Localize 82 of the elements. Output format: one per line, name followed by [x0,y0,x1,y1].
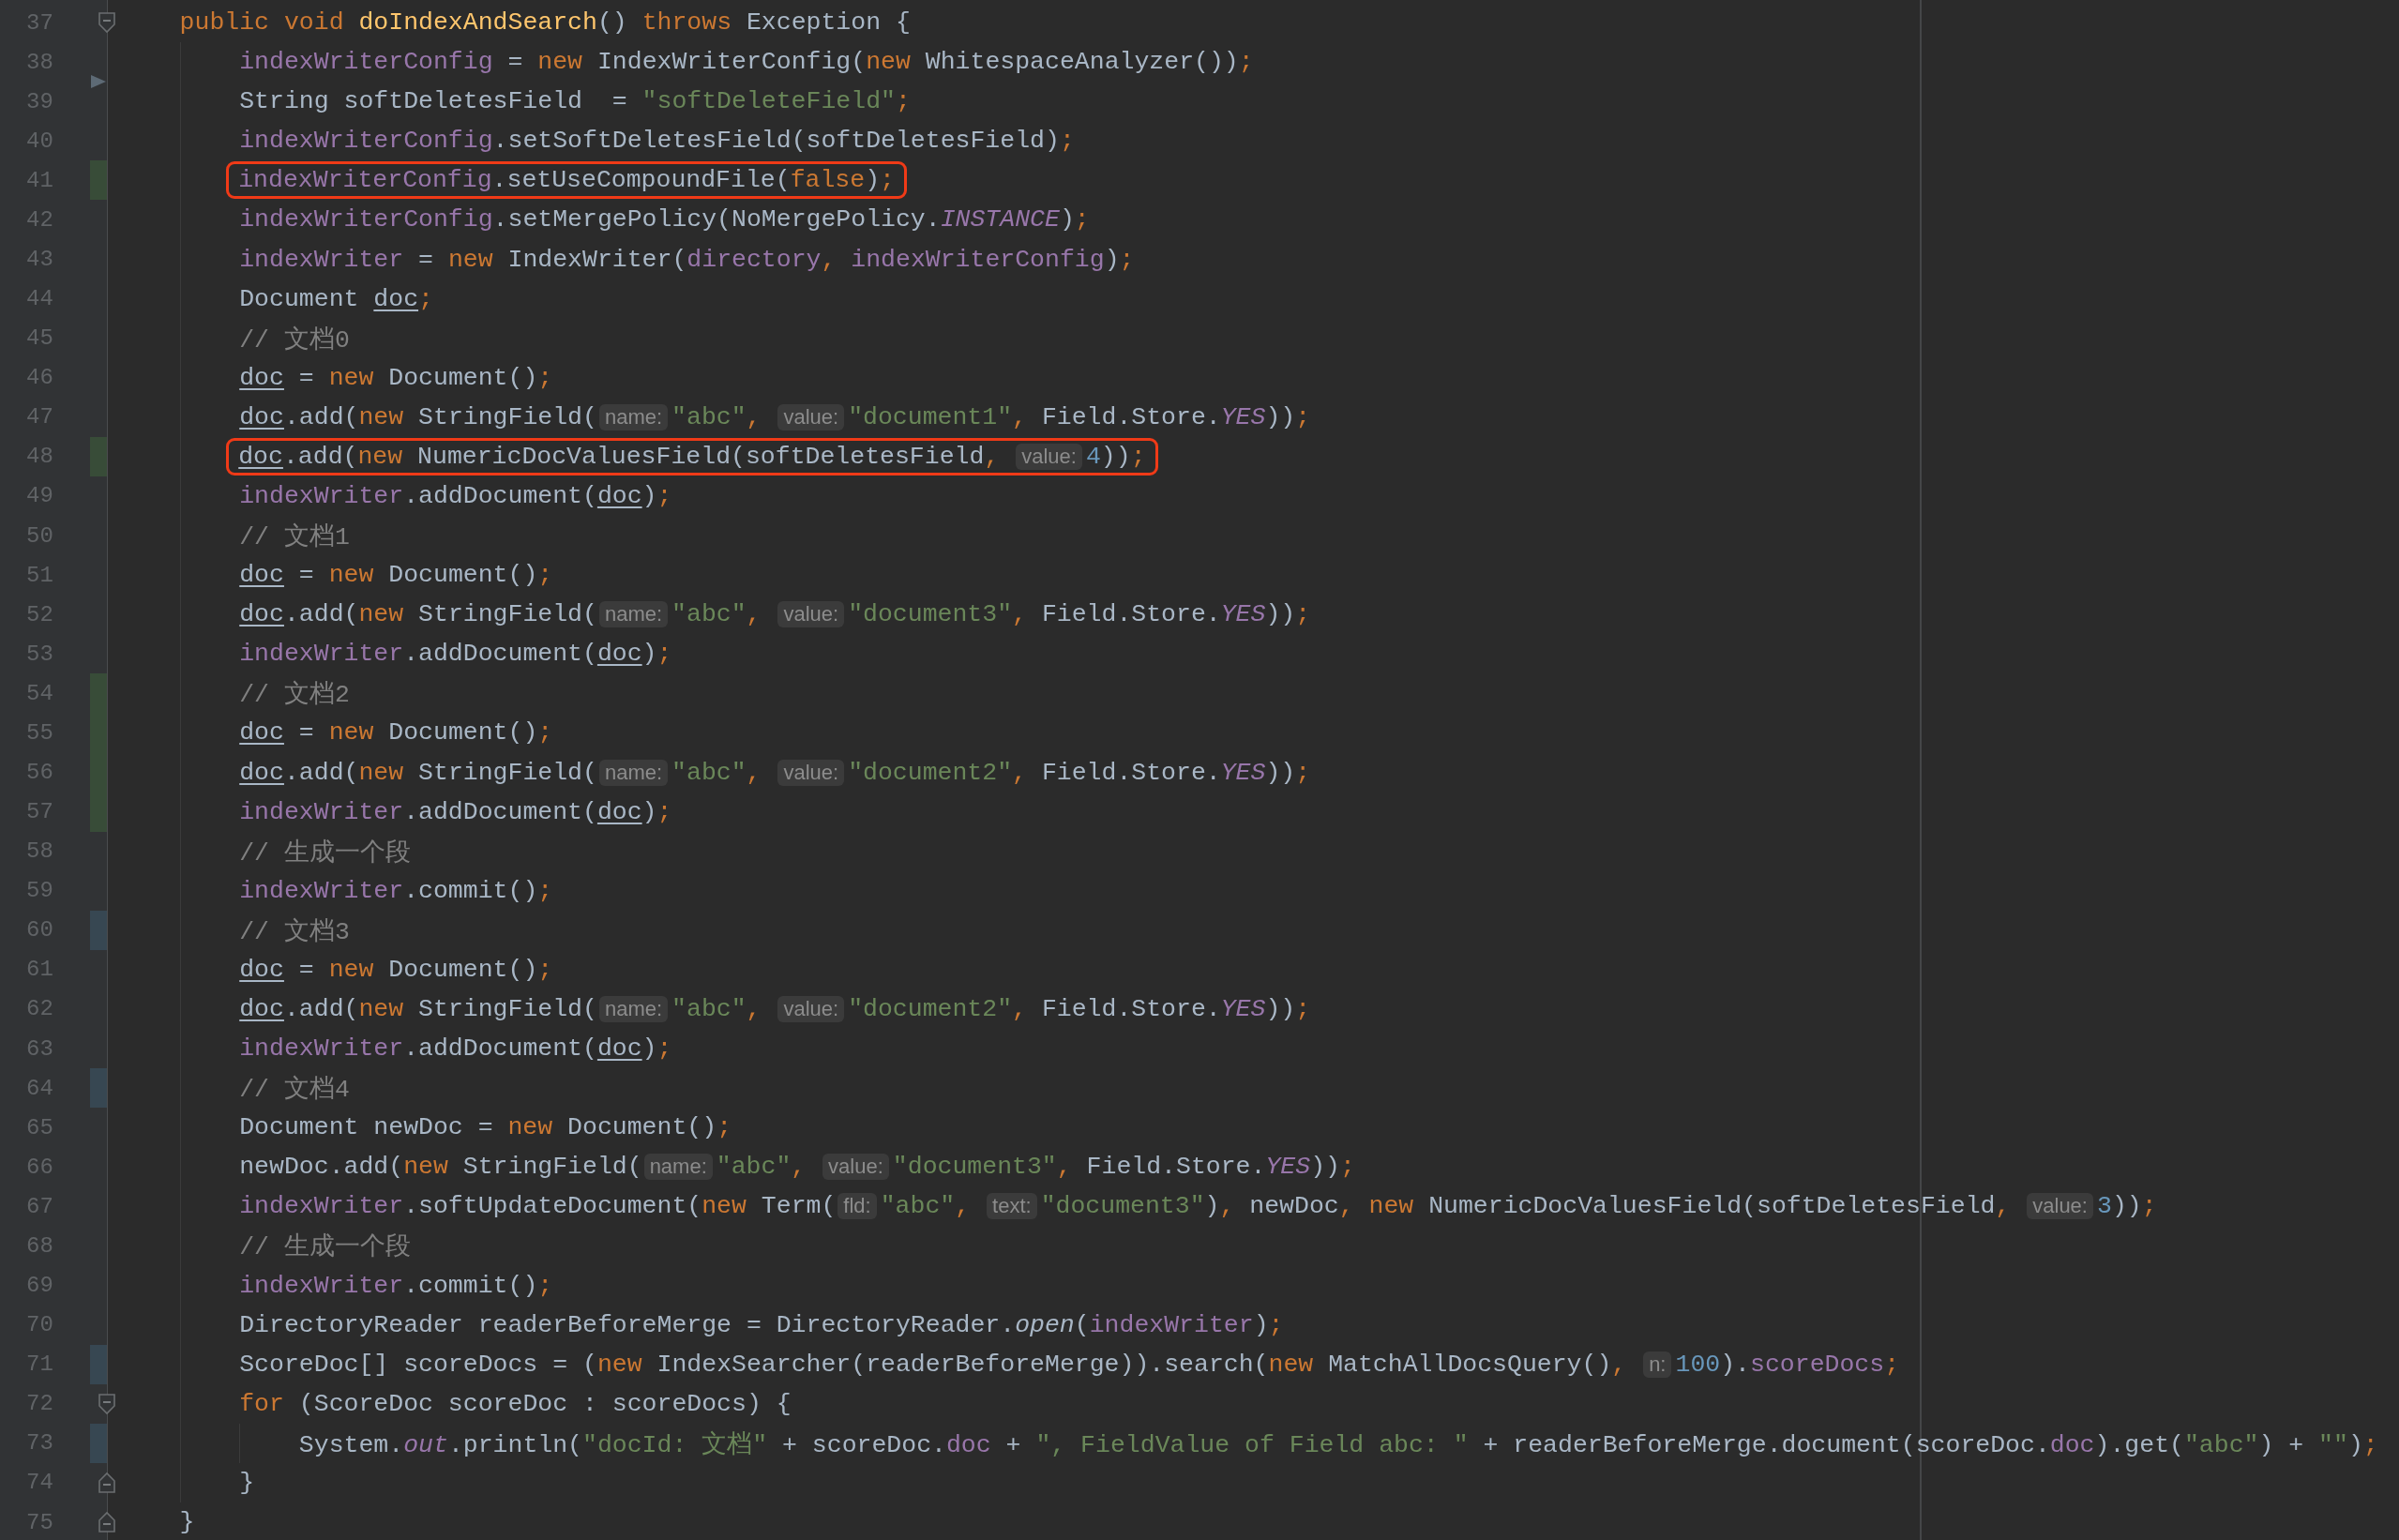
code-text: 4)); [1085,442,1146,471]
code-text: indexWriter.addDocument(doc); [239,797,672,826]
code-text: "abc", [671,402,762,431]
code-text: doc = new Document(); [239,718,553,747]
change-marker[interactable] [90,910,107,950]
fold-icon[interactable] [98,11,116,34]
code-text: "abc", [671,758,762,787]
parameter-hint: name: [598,996,669,1022]
code-text: doc = new Document(); [239,955,553,984]
code-text: doc.add(new StringField( [239,995,597,1023]
code-text: doc = new Document(); [239,561,553,590]
code-text: "document2", Field.Store.YES)); [848,995,1311,1023]
parameter-hint: value: [777,403,845,430]
code-text: ScoreDoc[] scoreDocs = (new IndexSearcher(readerBeforeMerge)).search(new MatchAllDocsQuery(), [239,1350,1628,1379]
code-text: } [239,1468,255,1497]
parameter-hint: name: [598,403,669,430]
change-marker[interactable] [90,436,107,476]
code-text: "abc", [671,600,762,629]
change-marker[interactable] [90,1344,107,1384]
parameter-hint: value: [777,996,845,1022]
code-text: "abc", [671,995,762,1023]
code-text: // 生成一个段 [239,1231,411,1263]
parameter-hint: name: [643,1154,713,1181]
code-text: Document doc; [239,284,433,313]
parameter-hint: value: [777,601,845,628]
code-text: String softDeletesField = "softDeleteField"; [239,87,911,116]
parameter-hint: value: [1016,443,1082,470]
code-text: indexWriter.commit(); [239,1271,553,1300]
parameter-hint: text: [987,1193,1037,1220]
fold-icon[interactable] [98,1471,116,1494]
triangle-marker-icon[interactable] [90,74,107,90]
code-text: "document3", Field.Store.YES)); [892,1153,1355,1182]
change-marker[interactable] [90,792,107,832]
code-text: "abc", [716,1153,807,1182]
code-text: Document newDoc = new Document(); [239,1113,732,1142]
code-text: System.out.println("docId: 文档" + scoreDoc.doc + ", FieldValue of Field abc: " + readerBeforeMerge.document(scoreDoc.doc).get("abc") + ""); [298,1429,2378,1460]
parameter-hint: value: [777,759,845,786]
code-text: // 文档3 [239,916,350,947]
code-text: "document3"), newDoc, new NumericDocValuesField(softDeletesField, [1040,1192,2012,1221]
code-text: doc.add(new StringField( [239,758,597,787]
fold-icon[interactable] [98,1510,116,1533]
code-text: DirectoryReader readerBeforeMerge = DirectoryReader.open(indexWriter); [239,1310,1284,1339]
code-text: indexWriter.addDocument(doc); [239,640,672,669]
code-text: doc.add(new StringField( [239,402,597,431]
code-text: // 文档4 [239,1074,350,1106]
code-text: "document2", Field.Store.YES)); [848,758,1311,787]
code-text: doc.add(new StringField( [239,600,597,629]
code-text: "document3", Field.Store.YES)); [848,600,1311,629]
parameter-hint: name: [598,759,669,786]
change-marker[interactable] [90,673,107,714]
code-text: // 文档1 [239,521,350,553]
parameter-hint: value: [822,1154,889,1181]
fold-icon[interactable] [98,1392,116,1415]
change-marker[interactable] [90,1423,107,1463]
code-text: // 文档0 [239,325,350,355]
code-text: indexWriterConfig.setSoftDeletesField(softDeletesField); [239,127,1075,156]
code-text: indexWriterConfig.setMergePolicy(NoMergePolicy.INSTANCE); [239,205,1090,234]
code-text: 3)); [2097,1192,2157,1221]
code-text: "abc", [880,1192,972,1221]
code-text: newDoc.add(new StringField( [239,1153,642,1182]
code-text: indexWriter.softUpdateDocument(new Term( [239,1192,837,1221]
parameter-hint: fld: [837,1193,877,1220]
code-text: } [179,1508,195,1536]
parameter-hint: value: [2027,1193,2093,1220]
change-marker[interactable] [90,160,107,201]
code-text: indexWriterConfig.setUseCompoundFile(false); [238,166,895,195]
code-text: indexWriterConfig = new IndexWriterConfig(new WhitespaceAnalyzer()); [239,48,1254,77]
code-text: for (ScoreDoc scoreDoc : scoreDocs) { [239,1389,792,1418]
change-marker[interactable] [90,1068,107,1109]
code-text: doc = new Document(); [239,363,553,392]
code-text: // 生成一个段 [239,838,411,868]
code-text: indexWriter.addDocument(doc); [239,481,672,510]
parameter-hint: name: [598,601,669,628]
code-text: // 文档2 [239,679,350,711]
parameter-hint: n: [1643,1351,1672,1378]
code-text: indexWriter.commit(); [239,876,553,905]
code-text: doc.add(new NumericDocValuesField(softDeletesField, [238,442,1001,471]
code-text: "document1", Field.Store.YES)); [848,402,1311,431]
code-text: indexWriter.addDocument(doc); [239,1034,672,1064]
code-text: public void doIndexAndSearch() throws Exception { [179,8,911,38]
code-text: 100).scoreDocs; [1675,1350,1900,1379]
code-text: indexWriter = new IndexWriter(directory, indexWriterConfig); [239,245,1135,274]
